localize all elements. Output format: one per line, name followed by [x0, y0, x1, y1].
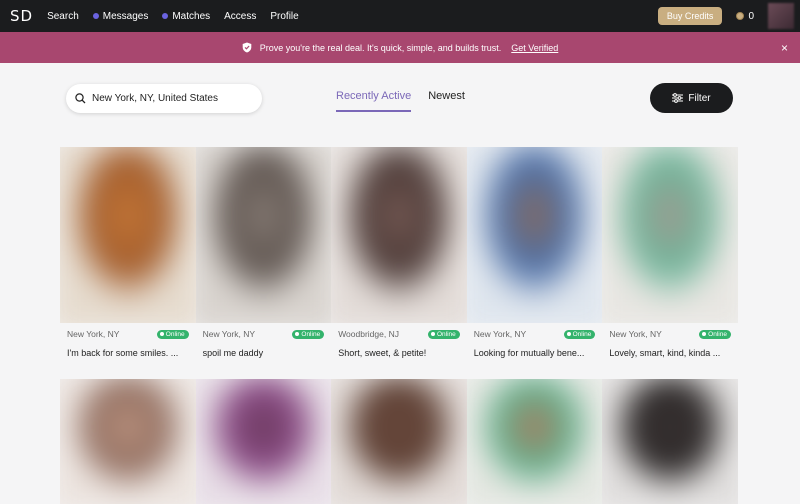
buy-credits-button[interactable]: Buy Credits: [657, 7, 723, 25]
profile-card[interactable]: [466, 379, 603, 504]
nav-matches[interactable]: Matches: [162, 11, 210, 22]
notification-dot: [162, 13, 169, 19]
profile-card[interactable]: [60, 379, 196, 504]
blurred-photo: [195, 379, 332, 504]
site-logo[interactable]: SD: [10, 7, 33, 25]
profile-meta: New York, NY Online I'm back for some smi…: [60, 323, 196, 379]
profile-grid-row-1: New York, NY Online I'm back for some smi…: [60, 147, 738, 379]
blurred-photo: [60, 147, 196, 323]
nav-profile-label: Profile: [270, 10, 299, 22]
tab-recently-active[interactable]: Recently Active: [336, 90, 412, 112]
profile-location: New York, NY: [473, 329, 527, 339]
filter-button[interactable]: Filter: [650, 83, 733, 113]
profile-tagline: spoil me daddy: [202, 348, 264, 358]
profile-meta: New York, NY Online Looking for mutually …: [466, 323, 603, 379]
online-badge: Online: [699, 329, 731, 339]
profile-photo[interactable]: [60, 147, 196, 323]
blurred-photo: [60, 379, 196, 504]
nav-profile[interactable]: Profile: [270, 11, 298, 22]
nav-matches-label: Matches: [172, 10, 211, 22]
banner-text: Prove you're the real deal. It's quick, …: [259, 42, 502, 53]
blurred-photo: [466, 147, 603, 323]
profile-card[interactable]: Woodbridge, NJ Online Short, sweet, & pet…: [331, 147, 467, 379]
close-icon[interactable]: ×: [781, 41, 788, 55]
nav-messages[interactable]: Messages: [92, 10, 149, 22]
nav-messages-label: Messages: [102, 10, 149, 22]
profile-card[interactable]: New York, NY Online Lovely, smart, kind, …: [602, 147, 738, 379]
profile-photo[interactable]: [331, 379, 467, 504]
profile-location: New York, NY: [609, 329, 662, 339]
avatar[interactable]: [768, 3, 794, 29]
nav-search-label: Search: [47, 10, 79, 22]
sort-tabs: Recently Active Newest: [336, 90, 482, 112]
verification-banner: Prove you're the real deal. It's quick, …: [0, 32, 800, 63]
blurred-photo: [466, 379, 603, 504]
profile-meta: Woodbridge, NJ Online Short, sweet, & pet…: [331, 323, 467, 379]
profile-photo[interactable]: [466, 147, 603, 323]
search-icon: [75, 93, 86, 104]
profile-card[interactable]: New York, NY Online spoil me daddy: [195, 147, 332, 379]
online-badge: Online: [563, 329, 596, 339]
profile-card[interactable]: [195, 379, 332, 504]
profile-tagline: Short, sweet, & petite!: [338, 348, 427, 358]
online-badge: Online: [156, 329, 189, 339]
profile-card[interactable]: New York, NY Online I'm back for some smi…: [60, 147, 196, 379]
profile-tagline: I'm back for some smiles. ...: [67, 348, 179, 358]
filter-label: Filter: [688, 92, 711, 104]
profile-tagline: Lovely, smart, kind, kinda ...: [609, 348, 721, 358]
profile-grid-row-2: [60, 379, 738, 504]
profile-location: New York, NY: [202, 329, 256, 339]
blurred-photo: [331, 147, 467, 323]
profile-photo[interactable]: [60, 379, 196, 504]
nav-access-label: Access: [224, 10, 257, 22]
profile-photo[interactable]: [195, 379, 332, 504]
profile-card[interactable]: [602, 379, 738, 504]
profile-card[interactable]: New York, NY Online Looking for mutually …: [466, 147, 603, 379]
blurred-photo: [331, 379, 467, 504]
credits-count: 0: [748, 10, 754, 22]
profile-location: New York, NY: [67, 329, 120, 339]
location-input[interactable]: [92, 93, 252, 104]
get-verified-link[interactable]: Get Verified: [511, 43, 558, 53]
blurred-photo: [602, 379, 738, 504]
location-search[interactable]: [66, 84, 262, 113]
profile-location: Woodbridge, NJ: [338, 329, 399, 339]
profile-card[interactable]: [331, 379, 467, 504]
sliders-icon: [672, 93, 684, 103]
profile-meta: New York, NY Online spoil me daddy: [195, 323, 332, 379]
online-badge: Online: [427, 329, 460, 339]
profile-photo[interactable]: [331, 147, 467, 323]
online-badge: Online: [292, 329, 325, 339]
nav-search[interactable]: Search: [47, 11, 79, 22]
top-nav: SD Search Messages Matches Access Profil…: [0, 0, 800, 32]
profile-photo[interactable]: [602, 379, 738, 504]
coin-icon: [736, 12, 745, 20]
credits-balance[interactable]: 0: [736, 11, 754, 22]
profile-photo[interactable]: [602, 147, 738, 323]
profile-meta: New York, NY Online Lovely, smart, kind, …: [602, 323, 738, 379]
profile-photo[interactable]: [195, 147, 332, 323]
notification-dot: [92, 13, 99, 19]
shield-check-icon: [242, 42, 252, 53]
tab-newest[interactable]: Newest: [428, 90, 465, 112]
profile-tagline: Looking for mutually bene...: [473, 348, 585, 358]
blurred-photo: [195, 147, 332, 323]
profile-photo[interactable]: [466, 379, 603, 504]
nav-access[interactable]: Access: [224, 11, 256, 22]
blurred-photo: [602, 147, 738, 323]
